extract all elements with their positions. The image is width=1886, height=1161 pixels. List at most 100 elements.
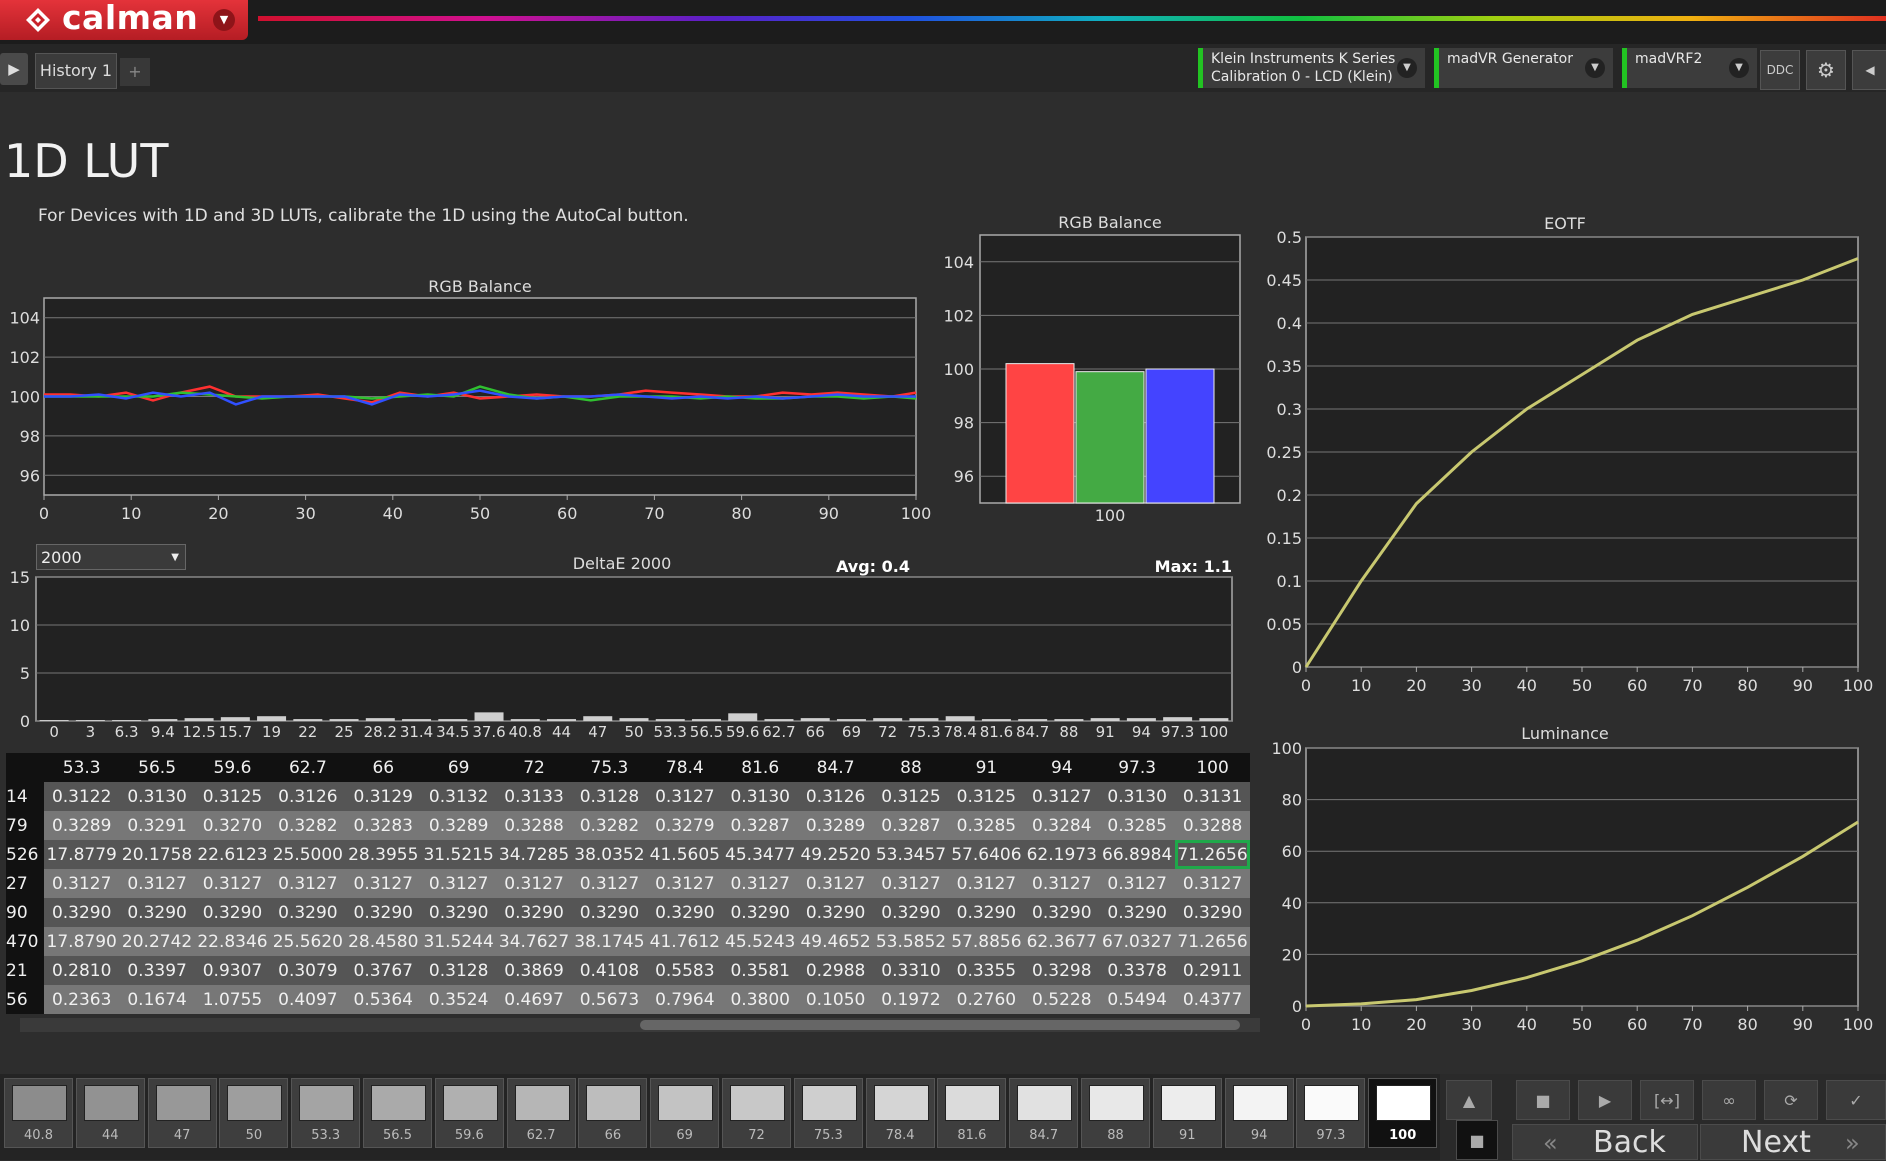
- ddc-button[interactable]: DDC: [1760, 50, 1800, 90]
- table-cell[interactable]: 0.7964: [647, 985, 723, 1014]
- table-cell[interactable]: 0.3290: [571, 898, 648, 927]
- table-cell[interactable]: 0.2760: [948, 985, 1025, 1014]
- table-cell[interactable]: 0.3282: [270, 811, 346, 840]
- table-cell[interactable]: 0.3127: [948, 869, 1025, 898]
- table-cell[interactable]: 31.5244: [420, 927, 497, 956]
- tab-history[interactable]: History 1: [35, 53, 117, 89]
- row-header-cell[interactable]: 21: [6, 956, 44, 985]
- table-cell[interactable]: 0.4108: [571, 956, 648, 985]
- table-cell[interactable]: 0.3127: [722, 869, 798, 898]
- table-cell[interactable]: 41.7612: [647, 927, 723, 956]
- table-cell[interactable]: 0.3129: [345, 782, 421, 811]
- patch-swatch[interactable]: 53.3: [291, 1078, 361, 1148]
- table-cell[interactable]: 62.1973: [1024, 840, 1100, 869]
- table-cell[interactable]: 45.3477: [722, 840, 798, 869]
- table-cell[interactable]: 0.4377: [1174, 985, 1251, 1014]
- patch-swatch[interactable]: 56.5: [363, 1078, 432, 1148]
- table-cell[interactable]: 84.7: [797, 753, 874, 782]
- table-cell[interactable]: 20.2742: [119, 927, 195, 956]
- table-cell[interactable]: 0.3290: [194, 898, 271, 927]
- chevron-down-icon[interactable]: ▼: [1729, 58, 1749, 78]
- table-cell[interactable]: 0.1674: [119, 985, 195, 1014]
- table-cell[interactable]: 0.4097: [270, 985, 346, 1014]
- table-cell[interactable]: 0.3290: [270, 898, 346, 927]
- table-cell[interactable]: 0.3289: [44, 811, 120, 840]
- table-cell[interactable]: 28.4580: [345, 927, 421, 956]
- table-cell[interactable]: 1.0755: [194, 985, 271, 1014]
- table-cell[interactable]: 59.6: [194, 753, 271, 782]
- patch-swatch[interactable]: 100: [1368, 1078, 1438, 1148]
- table-cell[interactable]: 0.3289: [420, 811, 497, 840]
- patch-swatch[interactable]: 72: [722, 1078, 791, 1148]
- table-cell[interactable]: 0.3127: [571, 869, 648, 898]
- table-cell[interactable]: 0.3285: [1099, 811, 1175, 840]
- table-cell[interactable]: 0.3127: [345, 869, 421, 898]
- table-cell[interactable]: 62.3677: [1024, 927, 1100, 956]
- table-cell[interactable]: 0.3127: [797, 869, 874, 898]
- patch-swatch[interactable]: 75.3: [793, 1078, 863, 1148]
- table-cell[interactable]: 0.3288: [1174, 811, 1251, 840]
- table-cell[interactable]: 0.3079: [270, 956, 346, 985]
- patch-swatch[interactable]: 91: [1152, 1078, 1222, 1148]
- patch-swatch[interactable]: 78.4: [865, 1078, 935, 1148]
- table-cell[interactable]: 71.2656: [1174, 840, 1251, 869]
- table-cell[interactable]: 0.3284: [1024, 811, 1100, 840]
- table-cell[interactable]: 0.3131: [1174, 782, 1251, 811]
- table-cell[interactable]: 0.3767: [345, 956, 421, 985]
- table-cell[interactable]: 38.1745: [571, 927, 648, 956]
- table-cell[interactable]: 0.3127: [1024, 782, 1100, 811]
- table-cell[interactable]: 56.5: [119, 753, 195, 782]
- table-cell[interactable]: 53.5852: [873, 927, 949, 956]
- table-cell[interactable]: 22.8346: [194, 927, 271, 956]
- table-cell[interactable]: 0.3290: [44, 898, 120, 927]
- table-cell[interactable]: 0.3130: [722, 782, 798, 811]
- table-cell[interactable]: 0.3290: [119, 898, 195, 927]
- add-tab-button[interactable]: +: [120, 58, 150, 86]
- table-cell[interactable]: 0.5583: [647, 956, 723, 985]
- table-cell[interactable]: 41.5605: [647, 840, 723, 869]
- app-menu-dropdown-icon[interactable]: ▼: [213, 9, 235, 31]
- table-cell[interactable]: 0.2911: [1174, 956, 1251, 985]
- table-cell[interactable]: 34.7627: [496, 927, 572, 956]
- table-cell[interactable]: 0.3282: [571, 811, 648, 840]
- patch-swatch[interactable]: 44: [75, 1078, 145, 1148]
- table-cell[interactable]: 57.8856: [948, 927, 1025, 956]
- row-header-cell[interactable]: 470: [6, 927, 44, 956]
- table-cell[interactable]: 0.3130: [119, 782, 195, 811]
- table-cell[interactable]: 0.3125: [873, 782, 949, 811]
- patch-swatch[interactable]: 94: [1224, 1078, 1294, 1148]
- table-cell[interactable]: 0.3290: [496, 898, 572, 927]
- table-cell[interactable]: 0.2363: [44, 985, 120, 1014]
- table-cell[interactable]: 0.3397: [119, 956, 195, 985]
- table-cell[interactable]: 72: [496, 753, 572, 782]
- patch-swatch[interactable]: 88: [1081, 1078, 1150, 1148]
- collapse-panel-icon[interactable]: ◀: [1852, 50, 1886, 90]
- row-header-cell[interactable]: 27: [6, 869, 44, 898]
- table-cell[interactable]: 0.3127: [1024, 869, 1100, 898]
- next-button[interactable]: Next »: [1700, 1124, 1886, 1160]
- table-cell[interactable]: 0.3127: [119, 869, 195, 898]
- table-cell[interactable]: 0.3127: [44, 869, 120, 898]
- table-cell[interactable]: 17.8790: [44, 927, 120, 956]
- table-cell[interactable]: 0.3283: [345, 811, 421, 840]
- table-cell[interactable]: 0.3128: [571, 782, 648, 811]
- table-cell[interactable]: 0.3290: [873, 898, 949, 927]
- workflow-toggle-icon[interactable]: ▶: [0, 53, 28, 85]
- table-cell[interactable]: 34.7285: [496, 840, 572, 869]
- table-cell[interactable]: 0.3378: [1099, 956, 1175, 985]
- table-cell[interactable]: 0.3126: [270, 782, 346, 811]
- table-cell[interactable]: 0.1972: [873, 985, 949, 1014]
- table-cell[interactable]: 67.0327: [1099, 927, 1175, 956]
- chevron-down-icon[interactable]: ▼: [1397, 58, 1417, 78]
- table-cell[interactable]: 71.2656: [1174, 927, 1251, 956]
- table-cell[interactable]: 20.1758: [119, 840, 195, 869]
- table-cell[interactable]: 0.3132: [420, 782, 497, 811]
- table-cell[interactable]: 53.3: [44, 753, 120, 782]
- table-cell[interactable]: 81.6: [722, 753, 798, 782]
- patch-swatch[interactable]: 62.7: [506, 1078, 576, 1148]
- table-cell[interactable]: 0.3288: [496, 811, 572, 840]
- table-cell[interactable]: 0.3291: [119, 811, 195, 840]
- gear-icon[interactable]: ⚙: [1806, 50, 1846, 90]
- table-cell[interactable]: 88: [873, 753, 949, 782]
- patch-swatch[interactable]: 84.7: [1009, 1078, 1079, 1148]
